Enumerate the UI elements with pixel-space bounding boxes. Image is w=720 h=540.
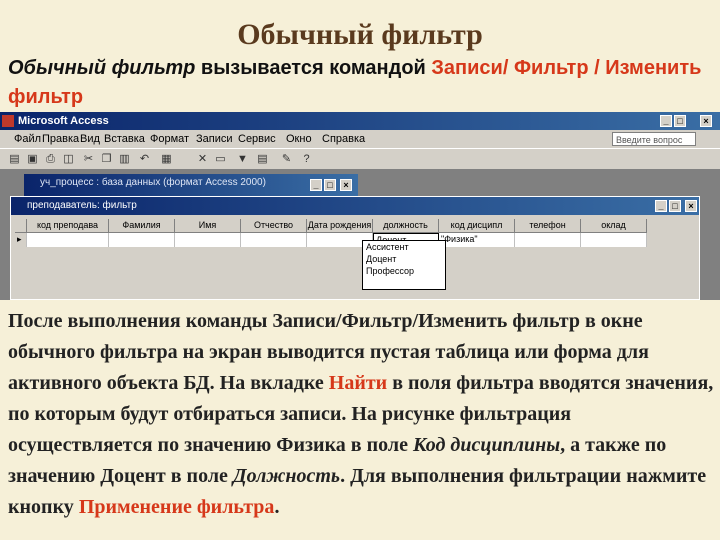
filter-cell[interactable] bbox=[27, 233, 109, 247]
db-minimize-icon[interactable]: _ bbox=[310, 179, 322, 191]
menu-records[interactable]: Записи bbox=[196, 130, 233, 148]
close-icon[interactable]: × bbox=[700, 115, 712, 127]
menu-edit[interactable]: Правка bbox=[42, 130, 79, 148]
filter-window: преподаватель: фильтр _ □ × код преподав… bbox=[10, 196, 700, 300]
app-title: Microsoft Access bbox=[18, 115, 109, 127]
body-part: . bbox=[274, 496, 280, 518]
column-header[interactable]: код преподава bbox=[27, 219, 109, 233]
minimize-icon[interactable]: _ bbox=[660, 115, 672, 127]
database-window-titlebar: уч_процесс : база данных (формат Access … bbox=[24, 174, 358, 196]
column-header[interactable]: телефон bbox=[515, 219, 581, 233]
filter-cell[interactable] bbox=[581, 233, 647, 247]
column-header[interactable]: оклад bbox=[581, 219, 647, 233]
access-screenshot: Microsoft Access _ □ × Файл Правка Вид В… bbox=[0, 112, 720, 300]
column-header[interactable]: Фамилия bbox=[109, 219, 175, 233]
position-field-term: Должность bbox=[232, 465, 341, 487]
column-header[interactable]: код дисципл bbox=[439, 219, 515, 233]
menu-file[interactable]: Файл bbox=[14, 130, 41, 148]
dropdown-option[interactable]: Профессор bbox=[363, 265, 445, 277]
column-header[interactable]: должность bbox=[373, 219, 439, 233]
apply-filter-icon[interactable]: ▼ bbox=[236, 153, 249, 166]
menu-window[interactable]: Окно bbox=[286, 130, 312, 148]
access-key-icon bbox=[2, 115, 14, 127]
new-object-icon[interactable]: ✎ bbox=[280, 153, 293, 166]
filter-cell[interactable] bbox=[515, 233, 581, 247]
filter-cell[interactable] bbox=[241, 233, 307, 247]
dropdown-option[interactable]: Доцент bbox=[363, 253, 445, 265]
dropdown-option[interactable]: Ассистент bbox=[363, 241, 445, 253]
load-filter-icon[interactable]: ▭ bbox=[214, 153, 227, 166]
menu-format[interactable]: Формат bbox=[150, 130, 189, 148]
filter-cell-discipline[interactable]: "Физика" bbox=[439, 233, 515, 247]
clear-grid-icon[interactable]: ✕ bbox=[196, 153, 209, 166]
preview-icon[interactable]: ◫ bbox=[62, 153, 75, 166]
filter-maximize-icon[interactable]: □ bbox=[669, 200, 681, 212]
view-icon[interactable]: ▤ bbox=[8, 153, 21, 166]
toolbar: ▤ ▣ ⎙ ◫ ✂ ❐ ▥ ↶ ▦ ✕ ▭ ▼ ▤ ✎ ? bbox=[0, 148, 720, 170]
intro-mid: вызывается командой bbox=[195, 57, 432, 79]
column-header[interactable]: Имя bbox=[175, 219, 241, 233]
row-selector-header bbox=[15, 219, 27, 233]
undo-icon[interactable]: ↶ bbox=[138, 153, 151, 166]
filter-window-title: преподаватель: фильтр bbox=[27, 200, 137, 211]
db-window-icon[interactable]: ▤ bbox=[256, 153, 269, 166]
column-header[interactable]: Отчество bbox=[241, 219, 307, 233]
filter-window-titlebar: преподаватель: фильтр _ □ × bbox=[11, 197, 699, 215]
filter-cell[interactable] bbox=[175, 233, 241, 247]
intro-text: Обычный фильтр вызывается командой Запис… bbox=[8, 54, 714, 112]
db-window-title: уч_процесс : база данных (формат Access … bbox=[40, 177, 266, 188]
copy-icon[interactable]: ❐ bbox=[100, 153, 113, 166]
column-header[interactable]: Дата рождения bbox=[307, 219, 373, 233]
row-selector-icon[interactable]: ▸ bbox=[15, 233, 27, 247]
app-titlebar: Microsoft Access _ □ × bbox=[0, 112, 720, 130]
save-icon[interactable]: ▣ bbox=[26, 153, 39, 166]
db-close-icon[interactable]: × bbox=[340, 179, 352, 191]
menu-help[interactable]: Справка bbox=[322, 130, 365, 148]
cut-icon[interactable]: ✂ bbox=[82, 153, 95, 166]
apply-filter-term: Применение фильтра bbox=[78, 496, 275, 518]
help-input[interactable]: Введите вопрос bbox=[612, 132, 696, 146]
filter-close-icon[interactable]: × bbox=[685, 200, 697, 212]
filter-minimize-icon[interactable]: _ bbox=[655, 200, 667, 212]
menu-tools[interactable]: Сервис bbox=[238, 130, 276, 148]
intro-term: Обычный фильтр bbox=[8, 57, 196, 79]
db-maximize-icon[interactable]: □ bbox=[324, 179, 336, 191]
find-tab-term: Найти bbox=[328, 372, 388, 394]
position-dropdown-list[interactable]: Ассистент Доцент Профессор bbox=[362, 240, 446, 290]
explanation-text: После выполнения команды Записи/Фильтр/И… bbox=[8, 306, 718, 523]
paste-icon[interactable]: ▥ bbox=[118, 153, 131, 166]
help-icon[interactable]: ? bbox=[300, 153, 313, 166]
maximize-icon[interactable]: □ bbox=[674, 115, 686, 127]
menu-view[interactable]: Вид bbox=[80, 130, 100, 148]
discipline-field-term: Код дисциплины bbox=[412, 434, 561, 456]
print-icon[interactable]: ⎙ bbox=[44, 153, 57, 166]
slide-title: Обычный фильтр bbox=[237, 18, 483, 51]
menu-insert[interactable]: Вставка bbox=[104, 130, 145, 148]
filter-by-form-icon[interactable]: ▦ bbox=[160, 153, 173, 166]
filter-cell[interactable] bbox=[109, 233, 175, 247]
